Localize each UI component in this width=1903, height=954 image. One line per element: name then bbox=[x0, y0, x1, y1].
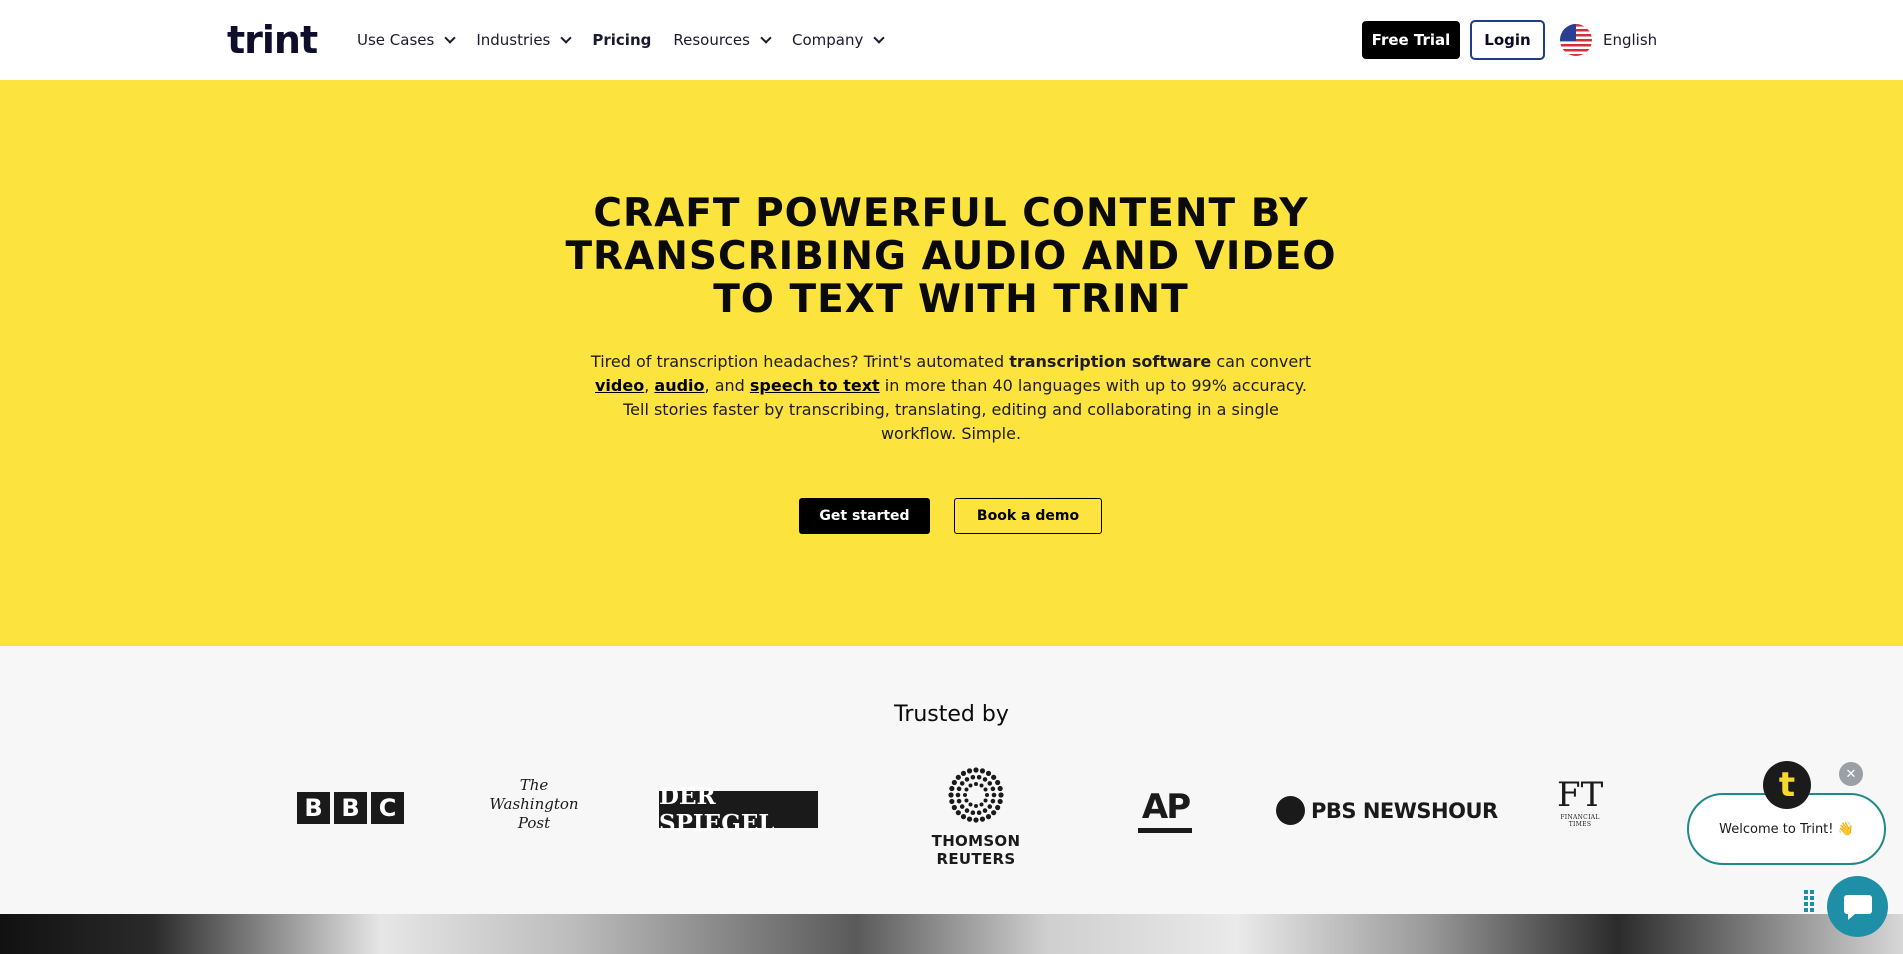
hero-photo-strip bbox=[0, 914, 1903, 954]
chat-icon bbox=[1843, 894, 1872, 920]
free-trial-button[interactable]: Free Trial bbox=[1362, 21, 1460, 59]
nav-item-company[interactable]: Company bbox=[791, 30, 886, 50]
trint-logo[interactable]: trint bbox=[227, 18, 318, 62]
chat-avatar: t bbox=[1763, 761, 1811, 809]
top-navigation: trint Use Cases Industries Pricing Resou… bbox=[0, 0, 1903, 80]
chevron-down-icon bbox=[444, 31, 456, 44]
nav-item-resources[interactable]: Resources bbox=[673, 30, 772, 50]
pbs-wordmark: PBS NEWSHOUR bbox=[1311, 798, 1498, 823]
video-link[interactable]: video bbox=[595, 376, 644, 395]
nav-item-label: Pricing bbox=[592, 31, 652, 49]
us-flag-icon[interactable] bbox=[1560, 24, 1592, 56]
pbs-head-icon bbox=[1276, 796, 1305, 825]
chevron-down-icon bbox=[760, 31, 772, 44]
chevron-down-icon bbox=[560, 31, 573, 44]
hero-section: CRAFT POWERFUL CONTENT BY TRANSCRIBING A… bbox=[0, 80, 1903, 646]
nav-item-label: Resources bbox=[673, 31, 750, 49]
ft-wordmark: FT bbox=[1557, 775, 1604, 815]
bbc-letter: C bbox=[371, 792, 404, 824]
ap-wordmark: AP bbox=[1141, 787, 1191, 827]
nav-links: Use Cases Industries Pricing Resources C… bbox=[357, 30, 905, 50]
nav-item-label: Use Cases bbox=[357, 31, 435, 49]
thomson-reuters-logo: THOMSON REUTERS bbox=[895, 766, 1057, 868]
ap-logo: AP bbox=[1138, 788, 1193, 833]
ap-underline bbox=[1138, 828, 1192, 833]
wapo-line: Post bbox=[517, 814, 551, 832]
language-selector[interactable]: English bbox=[1603, 31, 1657, 49]
trusted-by-title: Trusted by bbox=[894, 702, 1009, 727]
hero-text: can convert bbox=[1211, 352, 1312, 371]
hero-description: Tired of transcription headaches? Trint'… bbox=[586, 350, 1316, 446]
pbs-newshour-logo: PBS NEWSHOUR bbox=[1276, 796, 1498, 825]
washington-post-logo: The Washington Post bbox=[486, 776, 582, 833]
audio-link[interactable]: audio bbox=[654, 376, 704, 395]
speech-to-text-link[interactable]: speech to text bbox=[750, 376, 880, 395]
hero-text: , bbox=[644, 376, 655, 395]
nav-item-pricing[interactable]: Pricing bbox=[592, 30, 651, 50]
get-started-button[interactable]: Get started bbox=[799, 498, 930, 534]
ft-sub: TIMES bbox=[1568, 821, 1592, 828]
hero-bold-text: transcription software bbox=[1009, 352, 1212, 371]
nav-item-label: Company bbox=[791, 31, 864, 49]
book-demo-button[interactable]: Book a demo bbox=[954, 498, 1102, 534]
hero-text: , and bbox=[704, 376, 750, 395]
wapo-line: The bbox=[519, 776, 549, 794]
nav-item-use-cases[interactable]: Use Cases bbox=[357, 30, 456, 50]
chat-launcher-button[interactable] bbox=[1827, 876, 1888, 937]
reuters-dots-icon bbox=[948, 767, 1004, 823]
bbc-logo: B B C bbox=[297, 792, 404, 824]
wapo-line: Washington bbox=[489, 795, 579, 813]
nav-item-label: Industries bbox=[476, 31, 551, 49]
der-spiegel-logo: DER SPIEGEL bbox=[659, 783, 818, 837]
chat-welcome-text: Welcome to Trint! 👋 bbox=[1719, 821, 1854, 837]
bbc-letter: B bbox=[334, 792, 367, 824]
hero-title: CRAFT POWERFUL CONTENT BY TRANSCRIBING A… bbox=[565, 191, 1337, 322]
trusted-by-section: Trusted by B B C The Washington Post DER… bbox=[0, 646, 1903, 914]
ft-sub: FINANCIAL bbox=[1560, 814, 1600, 821]
reuters-wordmark: THOMSON REUTERS bbox=[931, 832, 1021, 868]
login-button[interactable]: Login bbox=[1470, 20, 1545, 60]
chevron-down-icon bbox=[873, 31, 886, 44]
bbc-letter: B bbox=[297, 792, 330, 824]
financial-times-logo: FT FINANCIAL TIMES bbox=[1557, 776, 1603, 828]
chat-close-button[interactable]: ✕ bbox=[1839, 762, 1863, 786]
hero-text: Tired of transcription headaches? Trint'… bbox=[590, 352, 1010, 371]
nav-item-industries[interactable]: Industries bbox=[476, 30, 573, 50]
chat-drag-handle-icon[interactable] bbox=[1804, 890, 1814, 912]
